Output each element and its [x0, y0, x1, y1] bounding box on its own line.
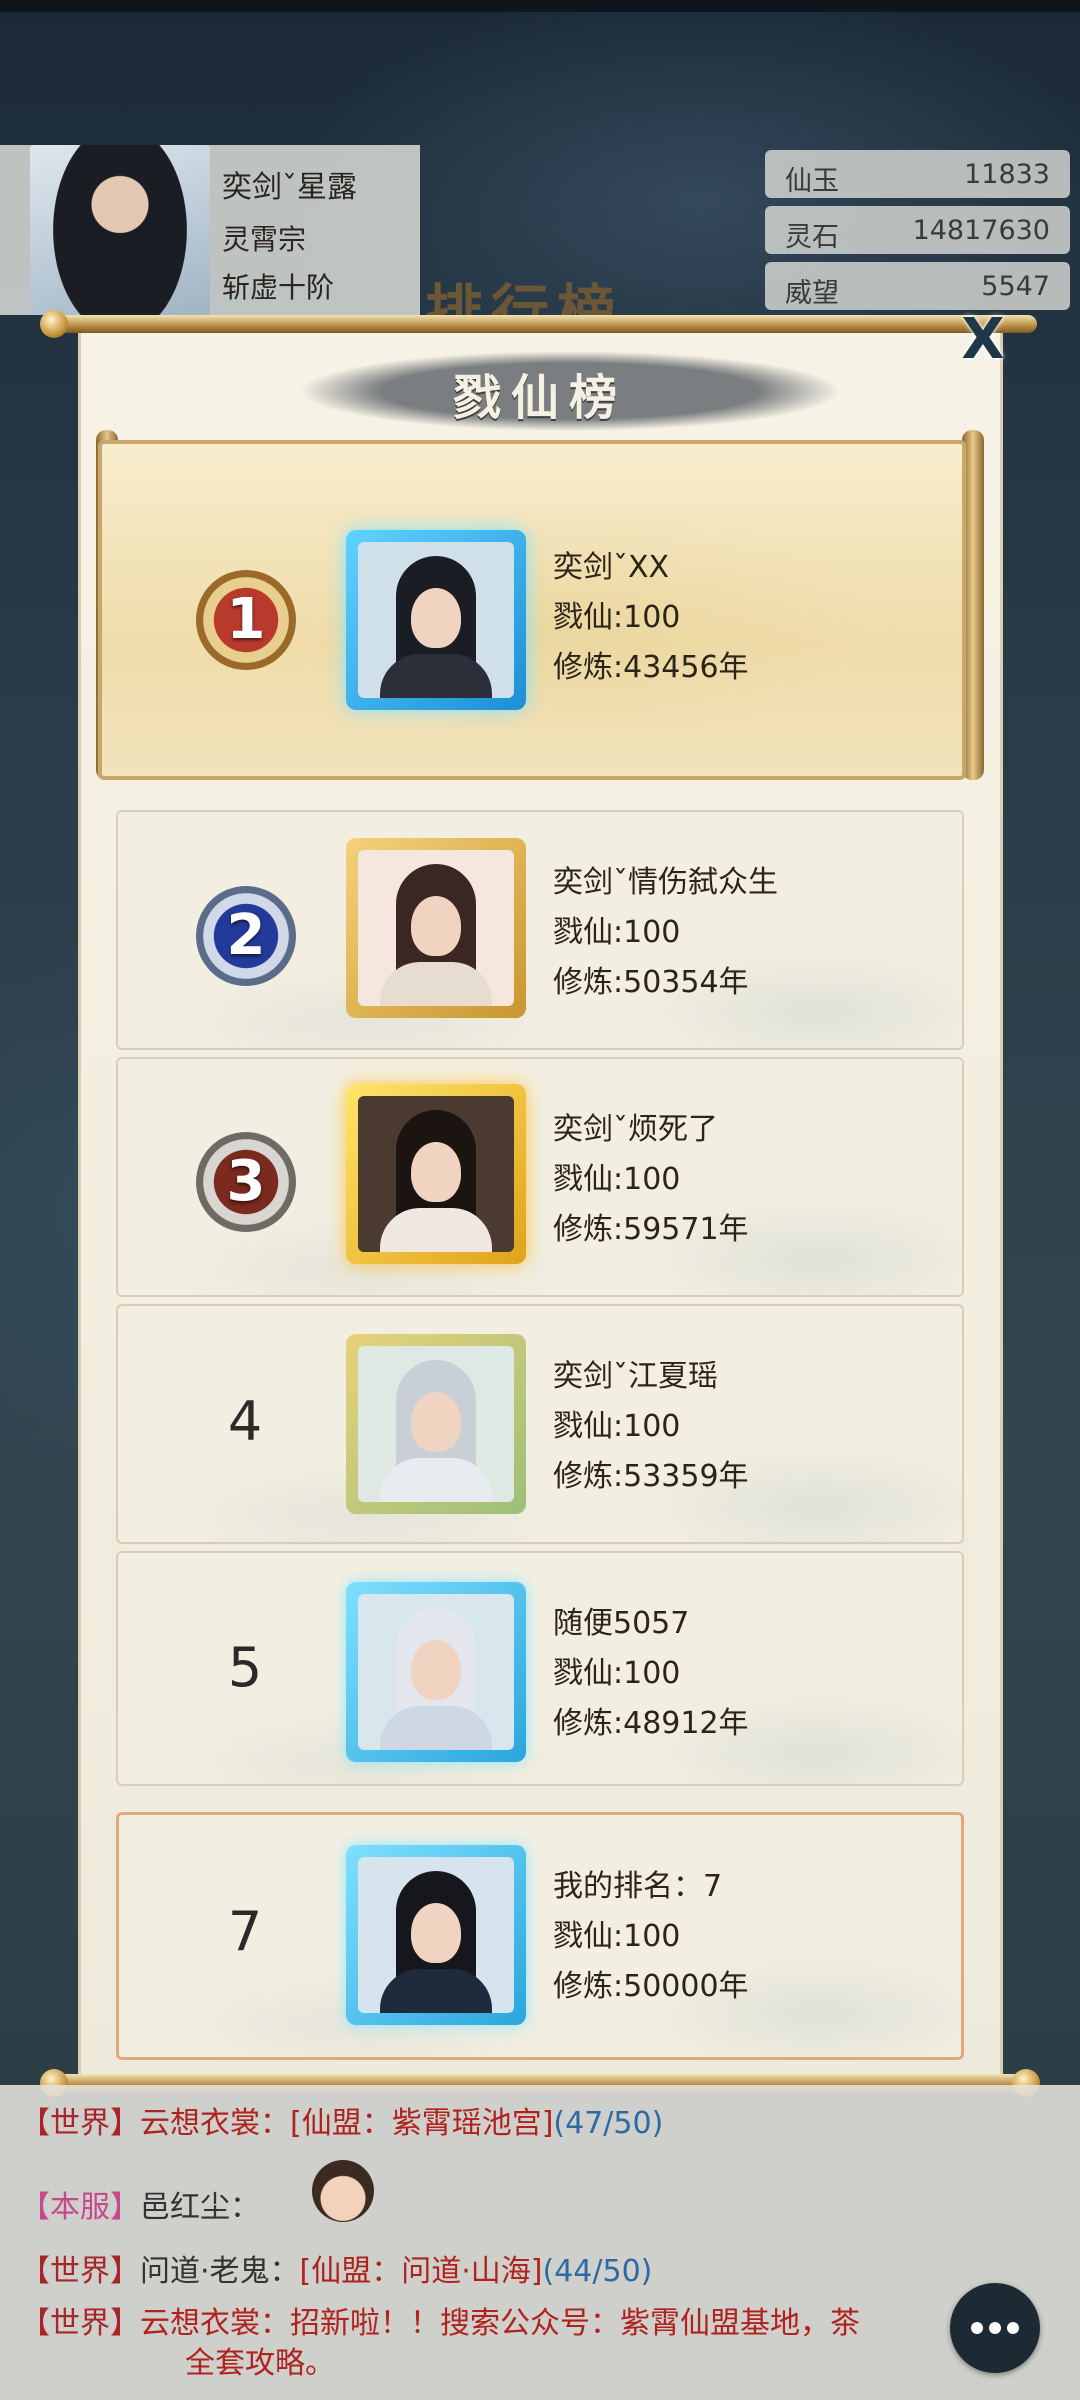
silver-blue-medal-icon: 2 [186, 876, 306, 996]
chat-message[interactable]: 【世界】问道·老鬼：[仙盟：问道·山海](44/50) [20, 2246, 652, 2290]
player-realm: 斩虚十阶 [222, 271, 335, 304]
avatar-frame[interactable] [346, 838, 526, 1018]
chat-count: (44/50) [542, 2254, 653, 2289]
player-entry-name: 奕剑ˇ情伤弑众生 [553, 865, 778, 900]
chat-channel: 【世界】 [20, 2306, 140, 2341]
chat-text: 全套攻略。 [185, 2346, 335, 2381]
player-entry-name: 奕剑ˇXX [553, 550, 670, 585]
rank-digit: 3 [226, 1149, 266, 1214]
chat-sender: 问道·老鬼： [140, 2254, 300, 2289]
chat-sender: 邑红尘： [140, 2190, 260, 2225]
resource-label: 灵石 [785, 222, 839, 253]
bronze-medal-icon: 3 [186, 1122, 306, 1242]
avatar-frame[interactable] [346, 530, 526, 710]
avatar-frame[interactable] [346, 1084, 526, 1264]
avatar-frame[interactable] [346, 1582, 526, 1762]
chat-message[interactable]: 【本服】邑红尘： [20, 2182, 260, 2226]
chat-message-continuation: 全套攻略。 [185, 2338, 335, 2382]
chat-guild-link[interactable]: [仙盟：问道·山海] [300, 2254, 543, 2289]
kill-count: 戮仙:100 [553, 1162, 681, 1197]
status-bar [0, 0, 1080, 12]
emoji-sticker [312, 2160, 374, 2222]
chat-channel: 【世界】 [20, 2254, 140, 2289]
kill-count: 戮仙:100 [553, 600, 681, 635]
avatar [358, 1096, 514, 1252]
my-cultivation-years: 修炼:50000年 [553, 1969, 749, 2004]
player-name: 奕剑ˇ星露 [222, 170, 357, 205]
avatar [358, 1346, 514, 1502]
resource-value: 5547 [981, 271, 1050, 302]
avatar-frame[interactable] [346, 1334, 526, 1514]
rank-number: 5 [227, 1636, 263, 1699]
player-avatar[interactable] [30, 145, 210, 315]
chat-guild-link[interactable]: [仙盟：紫霄瑶池宫] [290, 2106, 553, 2141]
cultivation-years: 修炼:59571年 [553, 1212, 749, 1247]
chat-sender: 云想衣裳： [140, 2106, 290, 2141]
chat-count: (47/50) [553, 2106, 664, 2141]
rank-number: 4 [227, 1390, 263, 1453]
chat-bubble-icon[interactable] [950, 2283, 1040, 2373]
resource-weiwang[interactable]: 威望 5547 [765, 262, 1070, 310]
resource-value: 14817630 [912, 215, 1050, 246]
my-rank-label: 我的排名：7 [553, 1869, 723, 1904]
resource-lingshi[interactable]: 灵石 14817630 [765, 206, 1070, 254]
cultivation-years: 修炼:48912年 [553, 1706, 749, 1741]
rank-digit: 1 [226, 587, 266, 652]
chat-channel: 【世界】 [20, 2106, 140, 2141]
resource-xianyu[interactable]: 仙玉 11833 [765, 150, 1070, 198]
chat-message[interactable]: 【世界】云想衣裳：招新啦！！搜索公众号：紫霄仙盟基地，茶 [20, 2298, 860, 2342]
kill-count: 戮仙:100 [553, 915, 681, 950]
chat-text: 招新啦！！搜索公众号：紫霄仙盟基地，茶 [290, 2306, 860, 2341]
resource-value: 11833 [964, 159, 1050, 190]
scroll-top-rod [42, 315, 1037, 333]
my-rank-number: 7 [227, 1900, 263, 1963]
my-kill-count: 戮仙:100 [553, 1919, 681, 1954]
cultivation-years: 修炼:50354年 [553, 965, 749, 1000]
player-entry-name: 随便5057 [553, 1606, 690, 1641]
player-entry-name: 奕剑ˇ江夏瑶 [553, 1359, 718, 1394]
rank-digit: 2 [226, 903, 266, 968]
kill-count: 戮仙:100 [553, 1409, 681, 1444]
resource-label: 威望 [785, 278, 839, 309]
chat-sender: 云想衣裳： [140, 2306, 290, 2341]
kill-count: 戮仙:100 [553, 1656, 681, 1691]
scroll-rod-cap [40, 310, 68, 338]
modal-title: 戮仙榜 [452, 370, 627, 426]
close-icon[interactable]: X [952, 312, 1014, 374]
player-sect: 灵霄宗 [222, 223, 307, 256]
player-entry-name: 奕剑ˇ烦死了 [553, 1112, 718, 1147]
my-avatar [358, 1857, 514, 2013]
gold-medal-icon: 1 [186, 560, 306, 680]
cultivation-years: 修炼:53359年 [553, 1459, 749, 1494]
avatar [358, 542, 514, 698]
avatar [358, 1594, 514, 1750]
cultivation-years: 修炼:43456年 [553, 650, 749, 685]
avatar [358, 850, 514, 1006]
resource-label: 仙玉 [785, 166, 839, 197]
chat-message[interactable]: 【世界】云想衣裳：[仙盟：紫霄瑶池宫](47/50) [20, 2098, 663, 2142]
my-avatar-frame[interactable] [346, 1845, 526, 2025]
chat-channel: 【本服】 [20, 2190, 140, 2225]
